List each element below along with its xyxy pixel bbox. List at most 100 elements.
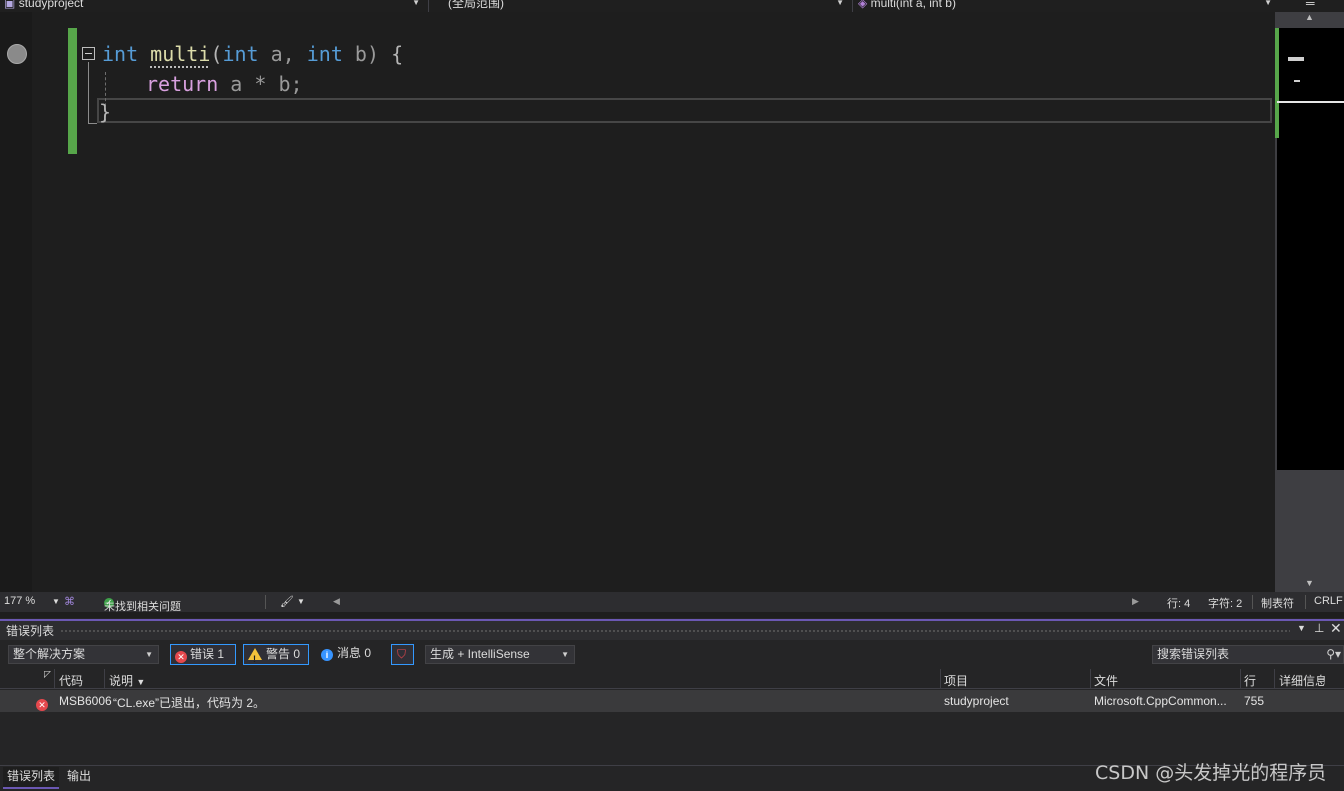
scroll-left-icon[interactable]: ◀ (333, 596, 340, 607)
column-header-line[interactable]: 行 (1244, 672, 1256, 689)
expression: a * b; (230, 72, 303, 96)
error-project: studyproject (944, 694, 1009, 708)
keyword: int (102, 42, 139, 66)
column-divider[interactable] (54, 669, 55, 688)
split-window-button[interactable]: ═ (1306, 0, 1326, 11)
errors-toggle-button[interactable]: ✕ 错误 1 (170, 644, 236, 665)
char-indicator[interactable]: 字符: 2 (1208, 595, 1242, 611)
member-name: multi(int a, int b) (870, 0, 956, 10)
search-error-list-input[interactable]: 搜索错误列表 ⚲▾ (1152, 645, 1344, 664)
parameter: a, (270, 42, 295, 66)
messages-label: 消息 0 (337, 646, 372, 660)
warning-icon (248, 648, 262, 669)
collapse-icon[interactable] (82, 47, 95, 60)
column-divider[interactable] (1090, 669, 1091, 688)
code-line-1[interactable]: int multi(int a, int b) { (102, 40, 403, 68)
outline-line (88, 62, 89, 124)
current-line-highlight (97, 98, 1272, 123)
code-line-2[interactable]: return a * b; (146, 70, 303, 98)
column-header-description-label: 说明 (109, 674, 134, 688)
outline-line-end (88, 123, 97, 124)
navbar-divider (852, 0, 853, 12)
tabs-indicator[interactable]: 制表符 (1261, 595, 1294, 611)
column-header-details[interactable]: 详细信息 (1279, 672, 1325, 689)
project-icon: ▣ (4, 0, 16, 10)
scope-name: (全局范围) (448, 0, 504, 10)
method-icon: ◈ (858, 0, 868, 10)
status-divider (265, 595, 266, 609)
info-icon: i (321, 649, 333, 661)
scrollbar-code-preview (1288, 57, 1304, 61)
error-line: 755 (1244, 694, 1265, 708)
column-header-project[interactable]: 项目 (944, 672, 968, 689)
column-header-description[interactable]: 说明 ▼ (109, 672, 145, 689)
punctuation: ( (210, 42, 223, 66)
punctuation: { (391, 42, 404, 66)
project-dropdown[interactable]: ▣ studyproject ▼ (4, 0, 424, 11)
scroll-right-icon[interactable]: ▶ (1132, 596, 1139, 607)
navigation-bar: ▣ studyproject ▼ (全局范围) ▼ ◈ multi(int a,… (0, 0, 1344, 12)
scrollbar-caret-marker (1277, 101, 1344, 103)
scroll-up-icon[interactable]: ▲ (1305, 12, 1314, 22)
column-divider[interactable] (1274, 669, 1275, 688)
build-filter-dropdown[interactable]: 生成 + IntelliSense ▼ (425, 645, 575, 664)
change-tracking-bar (68, 28, 77, 154)
parameter: b) (354, 42, 380, 66)
code-line-3[interactable]: } (99, 98, 111, 126)
error-list-header (0, 668, 1344, 689)
column-header-file[interactable]: 文件 (1094, 672, 1118, 689)
scrollbar-change-marker (1275, 28, 1279, 138)
pin-icon[interactable]: ⊥ (1314, 621, 1324, 635)
window-position-icon[interactable]: ▼ (1297, 623, 1306, 633)
keyword: int (306, 42, 343, 66)
titlebar-grip[interactable] (60, 629, 1290, 633)
brush-icon[interactable]: 🖌 (280, 595, 294, 608)
close-icon[interactable]: ✕ (1330, 620, 1342, 637)
zoom-level[interactable]: 177 % (4, 595, 35, 607)
scroll-down-icon[interactable]: ▼ (1305, 578, 1314, 588)
error-code: MSB6006 (59, 694, 112, 708)
scrollbar-map[interactable] (1277, 28, 1344, 470)
warnings-label: 警告 0 (266, 647, 301, 661)
column-header-code[interactable]: 代码 (59, 672, 83, 689)
navbar-divider (428, 0, 429, 12)
member-dropdown[interactable]: ◈ multi(int a, int b) ▼ (858, 0, 1276, 11)
chevron-down-icon[interactable]: ▼ (297, 597, 305, 606)
line-indicator[interactable]: 行: 4 (1167, 595, 1190, 611)
chevron-down-icon: ▼ (561, 650, 569, 659)
chevron-down-icon: ▼ (412, 0, 420, 7)
scope-filter-dropdown[interactable]: 整个解决方案 ▼ (8, 645, 159, 664)
tab-error-list[interactable]: 错误列表 (3, 767, 60, 789)
split-icon: ═ (1306, 0, 1315, 10)
chevron-down-icon: ▼ (136, 677, 146, 687)
error-file: Microsoft.CppCommon... (1094, 694, 1227, 708)
indicator-margin[interactable] (0, 12, 32, 592)
search-icon[interactable]: ⚲▾ (1326, 646, 1341, 663)
watermark: CSDN @头发掉光的程序员 (1095, 762, 1327, 784)
messages-toggle-button[interactable]: i 消息 0 (317, 644, 383, 665)
project-name: studyproject (18, 0, 84, 10)
column-divider[interactable] (104, 669, 105, 688)
column-divider[interactable] (940, 669, 941, 688)
search-placeholder: 搜索错误列表 (1157, 647, 1230, 661)
filter-icon: ⛉ (397, 647, 407, 661)
editor-status-bar: 177 % ▼ ⌘ ✓ 未找到相关问题 🖌 ▼ ◀ ▶ 行: 4 字符: 2 制表… (0, 592, 1344, 613)
tab-output[interactable]: 输出 (63, 767, 95, 787)
status-divider (1305, 595, 1306, 609)
filter-button[interactable]: ⛉ (391, 644, 414, 665)
scope-filter-value: 整个解决方案 (13, 647, 86, 661)
error-icon: ✕ (175, 651, 187, 663)
eol-indicator[interactable]: CRLF (1314, 595, 1343, 607)
status-divider (1252, 595, 1253, 609)
chevron-down-icon: ▼ (145, 650, 153, 659)
error-list-title: 错误列表 (6, 624, 55, 638)
scope-dropdown[interactable]: (全局范围) ▼ (448, 0, 848, 11)
intellicode-icon[interactable]: ⌘ (64, 595, 75, 608)
issues-text: 未找到相关问题 (104, 601, 181, 613)
chevron-down-icon[interactable]: ▼ (52, 597, 60, 606)
warnings-toggle-button[interactable]: 警告 0 (243, 644, 309, 669)
breakpoint-icon[interactable] (7, 44, 27, 64)
sort-corner-icon[interactable]: ◸ (44, 669, 51, 680)
column-divider[interactable] (1240, 669, 1241, 688)
error-description: “CL.exe”已退出，代码为 2。 (113, 696, 266, 710)
